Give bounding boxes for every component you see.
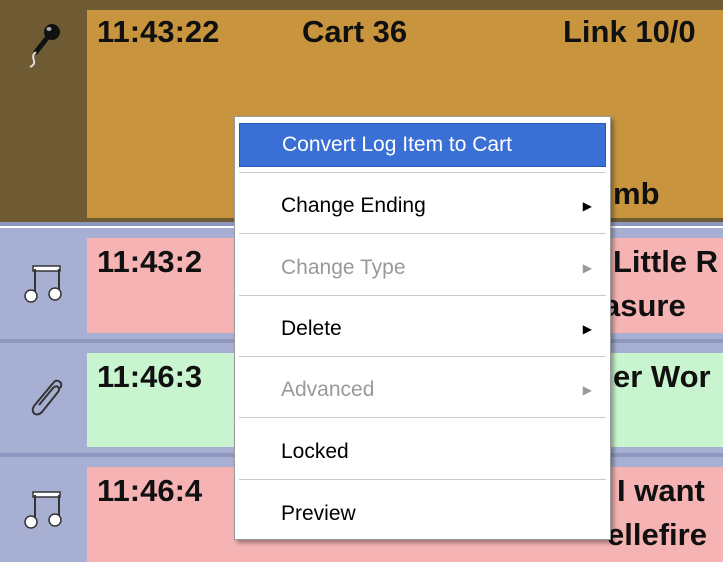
menu-item-label: Convert Log Item to Cart: [282, 133, 512, 156]
menu-separator: [239, 233, 606, 235]
row-time: 11:46:4: [97, 473, 203, 508]
menu-item-preview[interactable]: Preview: [239, 492, 606, 536]
row-time: 11:43:2: [97, 244, 203, 279]
menu-separator: [239, 417, 606, 419]
submenu-arrow-icon: ▶: [582, 261, 592, 275]
menu-item-label: Advanced: [281, 378, 375, 401]
row-subtitle: asure: [603, 288, 686, 323]
menu-item-advanced[interactable]: Advanced ▶: [239, 368, 606, 412]
menu-separator: [239, 479, 606, 481]
row-subtitle: mb: [613, 176, 660, 211]
menu-item-change-type[interactable]: Change Type ▶: [239, 246, 606, 290]
row-title: Cart 36: [302, 14, 408, 49]
menu-item-label: Delete: [281, 317, 342, 340]
paperclip-icon: [24, 376, 64, 420]
menu-separator: [239, 172, 606, 174]
menu-item-label: Change Type: [281, 256, 406, 279]
menu-item-locked[interactable]: Locked: [239, 430, 606, 474]
row-title: I want: [617, 473, 705, 508]
submenu-arrow-icon: ▶: [582, 199, 592, 213]
row-link: Link 10/0: [563, 14, 696, 49]
menu-separator: [239, 356, 606, 358]
row-time: 11:43:22: [97, 14, 220, 49]
menu-separator: [239, 295, 606, 297]
submenu-arrow-icon: ▶: [582, 322, 592, 336]
row-gutter: [0, 0, 87, 90]
menu-item-label: Change Ending: [281, 194, 426, 217]
submenu-arrow-icon: ▶: [582, 383, 592, 397]
menu-item-delete[interactable]: Delete ▶: [239, 307, 606, 351]
music-note-icon: [23, 263, 64, 305]
context-menu: Convert Log Item to Cart Change Ending ▶…: [234, 116, 611, 540]
menu-item-convert-log-item-to-cart[interactable]: Convert Log Item to Cart: [239, 123, 606, 167]
menu-item-label: Preview: [281, 502, 356, 525]
row-gutter: [0, 228, 87, 339]
menu-item-change-ending[interactable]: Change Ending ▶: [239, 184, 606, 228]
row-time: 11:46:3: [97, 359, 203, 394]
row-gutter: [0, 343, 87, 453]
row-gutter: [0, 457, 87, 562]
microphone-icon: [24, 22, 64, 68]
music-note-icon: [23, 489, 64, 531]
row-title: Little R: [613, 244, 719, 279]
row-title: er Wor: [613, 359, 711, 394]
row-subtitle: ellefire: [607, 517, 707, 552]
menu-item-label: Locked: [281, 440, 349, 463]
